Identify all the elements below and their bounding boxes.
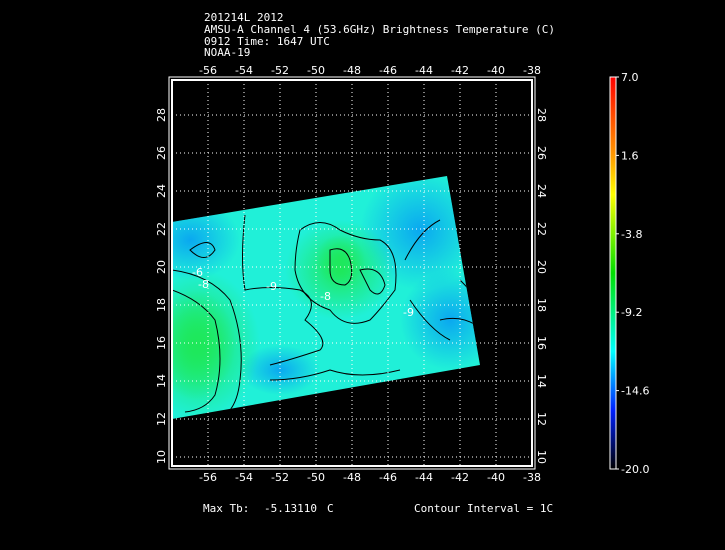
y-tick-label-left: 26 bbox=[155, 146, 168, 160]
x-tick-label-bottom: -44 bbox=[415, 471, 433, 484]
y-tick-label-left: 16 bbox=[155, 336, 168, 350]
x-tick-label-bottom: -38 bbox=[523, 471, 541, 484]
colorbar-tick-label: -20.0 bbox=[621, 463, 649, 476]
x-tick-label-bottom: -42 bbox=[451, 471, 469, 484]
y-tick-label-left: 20 bbox=[155, 260, 168, 274]
map-plot: -6 -9 -8 -9 -8 -56 -54 -52 -50 -48 -46 -44 -42-… bbox=[155, 64, 649, 484]
max-tb-unit: C bbox=[327, 502, 334, 515]
contour-interval: Contour Interval = 1C bbox=[414, 502, 554, 515]
x-tick-label-top: -44 bbox=[415, 64, 433, 77]
colorbar bbox=[609, 76, 617, 470]
y-tick-label-right: 24 bbox=[535, 184, 548, 198]
x-tick-label-top: -54 bbox=[235, 64, 253, 77]
x-tick-label-bottom: -46 bbox=[379, 471, 397, 484]
x-tick-label-bottom: -54 bbox=[235, 471, 253, 484]
x-tick-label-bottom: -52 bbox=[271, 471, 289, 484]
y-tick-label-left: 24 bbox=[155, 184, 168, 198]
x-tick-label-top: -56 bbox=[199, 64, 217, 77]
y-tick-label-left: 14 bbox=[155, 374, 168, 388]
y-tick-label-right: 12 bbox=[535, 412, 548, 426]
y-tick-label-right: 14 bbox=[535, 374, 548, 388]
x-tick-label-bottom: -56 bbox=[199, 471, 217, 484]
x-tick-label-top: -50 bbox=[307, 64, 325, 77]
contour-label: -9 bbox=[403, 306, 414, 319]
colorbar-tick-label: -14.6 bbox=[621, 385, 649, 398]
y-tick-label-left: 22 bbox=[155, 222, 168, 236]
x-tick-label-top: -46 bbox=[379, 64, 397, 77]
y-tick-label-right: 22 bbox=[535, 222, 548, 236]
x-tick-label-top: -40 bbox=[487, 64, 505, 77]
x-tick-label-bottom: -40 bbox=[487, 471, 505, 484]
y-tick-label-left: 12 bbox=[155, 412, 168, 426]
y-tick-label-right: 16 bbox=[535, 336, 548, 350]
y-tick-label-right: 26 bbox=[535, 146, 548, 160]
y-tick-label-right: 10 bbox=[535, 450, 548, 464]
y-tick-label-left: 18 bbox=[155, 298, 168, 312]
contour-label: -8 bbox=[198, 278, 209, 291]
y-tick-label-right: 18 bbox=[535, 298, 548, 312]
max-tb-value: -5.13110 bbox=[264, 502, 317, 515]
colorbar-tick-label: -9.2 bbox=[621, 306, 642, 319]
max-tb-label: Max Tb: bbox=[203, 502, 250, 515]
x-tick-label-bottom: -48 bbox=[343, 471, 361, 484]
y-tick-label-left: 28 bbox=[155, 108, 168, 122]
x-tick-label-top: -42 bbox=[451, 64, 469, 77]
contour-label: -8 bbox=[320, 290, 331, 303]
y-tick-label-right: 28 bbox=[535, 108, 548, 122]
x-tick-label-top: -38 bbox=[523, 64, 541, 77]
y-tick-label-right: 20 bbox=[535, 260, 548, 274]
x-tick-label-top: -48 bbox=[343, 64, 361, 77]
contour-label: -9 bbox=[266, 280, 277, 293]
colorbar-tick-label: -3.8 bbox=[621, 228, 642, 241]
x-tick-label-top: -52 bbox=[271, 64, 289, 77]
x-tick-label-bottom: -50 bbox=[307, 471, 325, 484]
colorbar-tick-label: 7.0 bbox=[621, 71, 639, 84]
colorbar-tick-label: 1.6 bbox=[621, 149, 639, 162]
y-tick-label-left: 10 bbox=[155, 450, 168, 464]
